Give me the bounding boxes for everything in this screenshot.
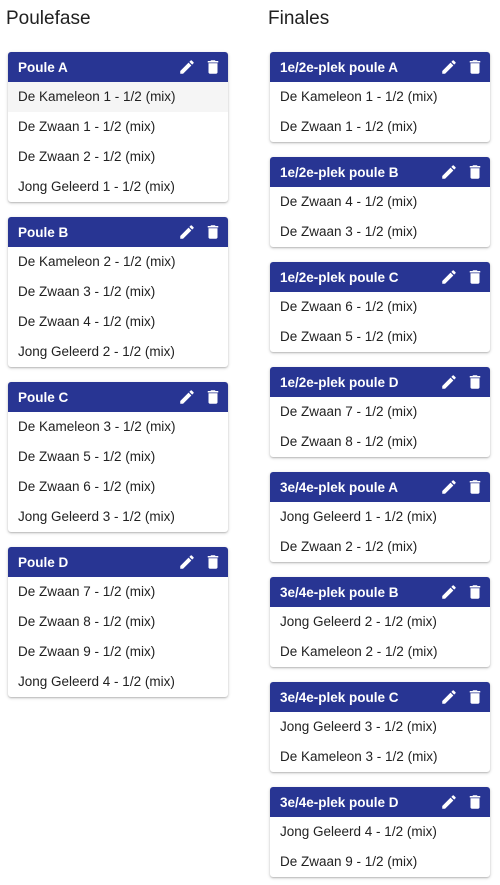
team-row[interactable]: De Zwaan 8 - 1/2 (mix) [8,607,228,637]
team-row[interactable]: De Kameleon 3 - 1/2 (mix) [8,412,228,442]
finales-card: 3e/4e-plek poule A Jong Geleerd 1 - 1/2 (… [270,472,490,562]
card-header: Poule D [8,547,228,577]
team-row[interactable]: Jong Geleerd 2 - 1/2 (mix) [8,337,228,367]
team-row[interactable]: Jong Geleerd 3 - 1/2 (mix) [8,502,228,532]
card-title: Poule C [18,389,69,405]
poule-card: Poule D De Zwaan 7 - 1/2 (mix) De Zwaan 8 … [8,547,228,697]
card-header: 3e/4e-plek poule D [270,787,490,817]
team-row[interactable]: De Kameleon 1 - 1/2 (mix) [8,82,228,112]
trash-icon[interactable] [462,787,488,817]
card-header: 1e/2e-plek poule B [270,157,490,187]
card-title: 1e/2e-plek poule B [280,164,399,180]
team-row[interactable]: De Zwaan 3 - 1/2 (mix) [8,277,228,307]
card-header: 1e/2e-plek poule D [270,367,490,397]
team-row[interactable]: Jong Geleerd 1 - 1/2 (mix) [270,502,490,532]
card-header: 1e/2e-plek poule A [270,52,490,82]
finales-card: 3e/4e-plek poule C Jong Geleerd 3 - 1/2 (… [270,682,490,772]
trash-icon[interactable] [200,52,226,82]
finales-card: 1e/2e-plek poule D De Zwaan 7 - 1/2 (mix)… [270,367,490,457]
trash-icon[interactable] [462,577,488,607]
finales-card: 1e/2e-plek poule B De Zwaan 4 - 1/2 (mix)… [270,157,490,247]
team-row[interactable]: De Kameleon 1 - 1/2 (mix) [270,82,490,112]
trash-icon[interactable] [462,367,488,397]
team-row[interactable]: Jong Geleerd 1 - 1/2 (mix) [8,172,228,202]
pencil-icon[interactable] [436,787,462,817]
team-row[interactable]: Jong Geleerd 4 - 1/2 (mix) [270,817,490,847]
team-row[interactable]: De Zwaan 4 - 1/2 (mix) [270,187,490,217]
card-header: 1e/2e-plek poule C [270,262,490,292]
team-row[interactable]: Jong Geleerd 2 - 1/2 (mix) [270,607,490,637]
team-row[interactable]: De Zwaan 4 - 1/2 (mix) [8,307,228,337]
trash-icon[interactable] [462,157,488,187]
team-row[interactable]: De Zwaan 8 - 1/2 (mix) [270,427,490,457]
finales-card: 3e/4e-plek poule B Jong Geleerd 2 - 1/2 (… [270,577,490,667]
team-row[interactable]: De Kameleon 3 - 1/2 (mix) [270,742,490,772]
team-row[interactable]: Jong Geleerd 3 - 1/2 (mix) [270,712,490,742]
team-row[interactable]: De Zwaan 1 - 1/2 (mix) [270,112,490,142]
card-title: Poule D [18,554,69,570]
pencil-icon[interactable] [436,52,462,82]
trash-icon[interactable] [200,382,226,412]
finales-title: Finales [268,8,330,29]
card-title: 3e/4e-plek poule C [280,689,399,705]
pencil-icon[interactable] [174,382,200,412]
card-header: Poule B [8,217,228,247]
card-header: Poule A [8,52,228,82]
trash-icon[interactable] [462,262,488,292]
pencil-icon[interactable] [174,52,200,82]
poulefase-title: Poulefase [6,8,91,29]
team-row[interactable]: De Zwaan 1 - 1/2 (mix) [8,112,228,142]
card-title: 3e/4e-plek poule B [280,584,399,600]
poule-card: Poule C De Kameleon 3 - 1/2 (mix) De Zwaan… [8,382,228,532]
card-header: 3e/4e-plek poule A [270,472,490,502]
finales-card: 1e/2e-plek poule A De Kameleon 1 - 1/2 (m… [270,52,490,142]
team-row[interactable]: De Zwaan 6 - 1/2 (mix) [8,472,228,502]
pencil-icon[interactable] [174,547,200,577]
card-title: Poule A [18,59,68,75]
team-row[interactable]: De Zwaan 9 - 1/2 (mix) [8,637,228,667]
team-row[interactable]: De Zwaan 7 - 1/2 (mix) [270,397,490,427]
card-title: 3e/4e-plek poule D [280,794,399,810]
pencil-icon[interactable] [436,157,462,187]
card-title: 1e/2e-plek poule D [280,374,399,390]
pencil-icon[interactable] [436,262,462,292]
card-header: 3e/4e-plek poule B [270,577,490,607]
trash-icon[interactable] [200,547,226,577]
card-title: Poule B [18,224,69,240]
team-row[interactable]: De Zwaan 7 - 1/2 (mix) [8,577,228,607]
card-title: 1e/2e-plek poule A [280,59,399,75]
pencil-icon[interactable] [436,577,462,607]
team-row[interactable]: De Zwaan 3 - 1/2 (mix) [270,217,490,247]
card-header: Poule C [8,382,228,412]
team-row[interactable]: De Zwaan 9 - 1/2 (mix) [270,847,490,877]
poule-card: Poule B De Kameleon 2 - 1/2 (mix) De Zwaan… [8,217,228,367]
pencil-icon[interactable] [436,472,462,502]
team-row[interactable]: De Zwaan 5 - 1/2 (mix) [270,322,490,352]
team-row[interactable]: De Zwaan 6 - 1/2 (mix) [270,292,490,322]
pencil-icon[interactable] [436,367,462,397]
finales-card: 3e/4e-plek poule D Jong Geleerd 4 - 1/2 (… [270,787,490,877]
poule-card: Poule A De Kameleon 1 - 1/2 (mix) De Zwaan… [8,52,228,202]
trash-icon[interactable] [200,217,226,247]
card-header: 3e/4e-plek poule C [270,682,490,712]
team-row[interactable]: De Zwaan 2 - 1/2 (mix) [8,142,228,172]
card-title: 3e/4e-plek poule A [280,479,399,495]
card-title: 1e/2e-plek poule C [280,269,399,285]
team-row[interactable]: Jong Geleerd 4 - 1/2 (mix) [8,667,228,697]
trash-icon[interactable] [462,682,488,712]
trash-icon[interactable] [462,52,488,82]
trash-icon[interactable] [462,472,488,502]
finales-card: 1e/2e-plek poule C De Zwaan 6 - 1/2 (mix)… [270,262,490,352]
pencil-icon[interactable] [174,217,200,247]
pencil-icon[interactable] [436,682,462,712]
team-row[interactable]: De Kameleon 2 - 1/2 (mix) [8,247,228,277]
team-row[interactable]: De Zwaan 2 - 1/2 (mix) [270,532,490,562]
team-row[interactable]: De Kameleon 2 - 1/2 (mix) [270,637,490,667]
team-row[interactable]: De Zwaan 5 - 1/2 (mix) [8,442,228,472]
